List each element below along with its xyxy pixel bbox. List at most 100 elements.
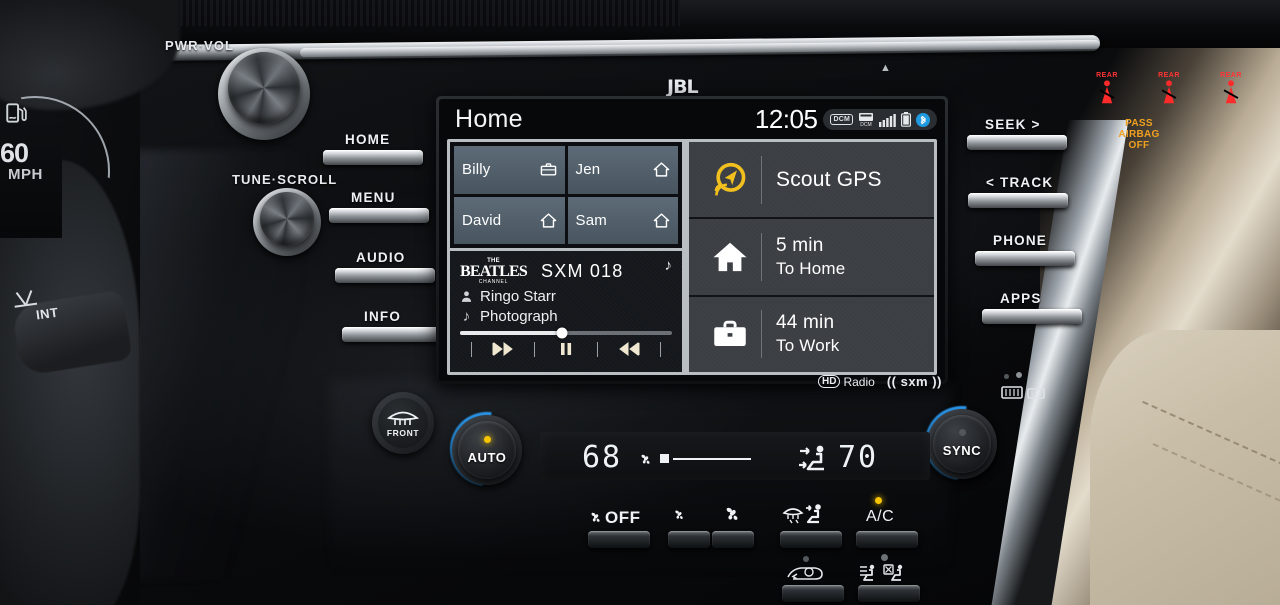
contact-tile-sam[interactable]: Sam: [568, 196, 679, 244]
phone-button[interactable]: [975, 251, 1075, 266]
nav-card-text: 5 min To Home: [776, 235, 845, 279]
airflow-mode-icon: [799, 445, 824, 471]
home-button[interactable]: [323, 150, 423, 165]
sync-led: [959, 429, 966, 436]
contact-tile-billy[interactable]: Billy: [454, 146, 565, 194]
fan-level-block: [660, 454, 669, 463]
volume-knob[interactable]: [228, 52, 300, 124]
audio-format-badges: HD Radio (( sxm )): [818, 374, 942, 389]
fan-off-button[interactable]: [588, 531, 650, 548]
nav-card-title: 5 min: [776, 234, 824, 256]
beatles-channel-logo: THE BEATLES CHANNEL: [460, 258, 528, 285]
battery-icon: [901, 112, 911, 127]
wiper-intermittent-label: INT: [35, 304, 60, 323]
nav-card-title: 44 min: [776, 312, 835, 334]
ac-button[interactable]: [856, 531, 918, 548]
contact-tile-david[interactable]: David: [454, 196, 565, 244]
briefcase-icon: [703, 316, 757, 352]
nav-card-text: 44 min To Work: [776, 312, 839, 356]
dashboard: 60 MPH INT REAR REAR REAR PASS AIRBAG OF…: [0, 0, 1280, 605]
phone-button-label: PHONE: [993, 233, 1048, 248]
air-recirculation-icon: [787, 567, 823, 580]
rear-seatbelt-indicators: REAR REAR REAR: [1095, 72, 1245, 114]
fan-off-icon: [591, 512, 600, 522]
seek-button[interactable]: [967, 135, 1067, 150]
apps-button-label: APPS: [1000, 291, 1042, 306]
windshield-airflow-button[interactable]: [858, 585, 920, 602]
rear-seatbelt-icon: REAR: [1157, 72, 1181, 112]
rear-defrost-led: [1004, 374, 1009, 379]
dcm-modem-icon: DCM: [859, 113, 873, 127]
divider: [761, 310, 762, 359]
info-button-label: INFO: [364, 309, 402, 324]
media-progress-bar[interactable]: [460, 327, 672, 339]
home-icon: [540, 213, 556, 228]
volume-knob-label: PWR·VOL: [165, 38, 235, 53]
recirculation-led: [803, 556, 809, 562]
contact-name: Sam: [575, 211, 607, 229]
audio-button[interactable]: [335, 268, 435, 283]
left-column: Billy Jen David Sam ♪ THE BEATLES CHANNE…: [450, 142, 682, 372]
media-progress-handle[interactable]: [556, 327, 568, 339]
nav-card-to-home[interactable]: 5 min To Home: [689, 219, 934, 295]
sxm-badge: (( sxm )): [886, 374, 942, 389]
svg-text:DCM: DCM: [860, 122, 871, 127]
divider: [471, 341, 472, 357]
divider: [761, 232, 762, 281]
contact-tile-jen[interactable]: Jen: [568, 146, 679, 194]
rear-seatbelt-icon: REAR: [1219, 72, 1243, 112]
fan-up-button[interactable]: [712, 531, 754, 548]
windshield-airflow-icon: [860, 564, 903, 581]
nav-card-scout-gps[interactable]: Scout GPS: [689, 142, 934, 218]
track-button[interactable]: [968, 193, 1068, 208]
home-icon: [653, 213, 670, 228]
hd-mark: HD: [818, 375, 841, 388]
speedometer-unit: MPH: [8, 166, 43, 183]
apps-button[interactable]: [982, 309, 1082, 324]
infotainment-screen[interactable]: Home 12:05 DCM DCM Billy Jen David Sam ♪…: [439, 99, 945, 381]
media-track-row: ♪ Photograph: [460, 308, 672, 325]
home-button-label: HOME: [345, 132, 391, 147]
info-button[interactable]: [342, 327, 442, 342]
home-screen-body: Billy Jen David Sam ♪ THE BEATLES CHANNE…: [447, 139, 937, 375]
nav-card-to-work[interactable]: 44 min To Work: [689, 296, 934, 372]
fan-level-bar: [660, 454, 751, 463]
navigation-widget: Scout GPS 5 min To Home 44 min To Work: [689, 142, 934, 372]
media-artist: Ringo Starr: [480, 288, 556, 305]
next-track-icon[interactable]: [616, 341, 642, 357]
status-bar-right: 12:05 DCM DCM: [755, 104, 937, 135]
fan-icon: [641, 454, 650, 464]
rear-seatbelt-icon: REAR: [1095, 72, 1119, 112]
divider: [534, 341, 535, 357]
contacts-widget: Billy Jen David Sam: [450, 142, 682, 248]
dcm-badge: DCM: [830, 114, 853, 125]
fan-down-button[interactable]: [668, 531, 710, 548]
hd-radio-label: Radio: [843, 374, 875, 389]
divider: [597, 341, 598, 357]
signal-bars-icon: [879, 113, 896, 127]
home-icon: [653, 162, 670, 177]
seatbelt-glyph: [1099, 80, 1115, 104]
menu-button[interactable]: [329, 208, 429, 223]
status-bar: Home 12:05 DCM DCM: [439, 99, 945, 139]
logo-line-3: CHANNEL: [478, 279, 509, 285]
previous-track-icon[interactable]: [490, 341, 516, 357]
rear-defrost-icon[interactable]: [1000, 385, 1024, 403]
air-recirculation-button[interactable]: [782, 585, 844, 602]
fan-up-icon: [726, 507, 738, 520]
status-icon-group: DCM DCM: [823, 109, 937, 130]
tune-scroll-knob[interactable]: [260, 192, 314, 246]
defrost-mode-button[interactable]: [780, 531, 842, 548]
media-header: THE BEATLES CHANNEL SXM 018: [460, 258, 672, 285]
pause-icon[interactable]: [553, 341, 579, 357]
bluetooth-icon: [916, 112, 930, 127]
music-note-icon: ♪: [664, 257, 673, 274]
media-widget[interactable]: ♪ THE BEATLES CHANNEL SXM 018 Ringo Star…: [450, 251, 682, 372]
auto-led: [484, 436, 491, 443]
contact-name: Jen: [575, 161, 601, 179]
media-progress-fill: [460, 331, 562, 335]
seat-heater-icon[interactable]: [1026, 387, 1046, 402]
briefcase-icon: [540, 163, 556, 176]
eject-icon[interactable]: ▲: [880, 62, 891, 74]
seek-button-label: SEEK >: [985, 117, 1041, 132]
